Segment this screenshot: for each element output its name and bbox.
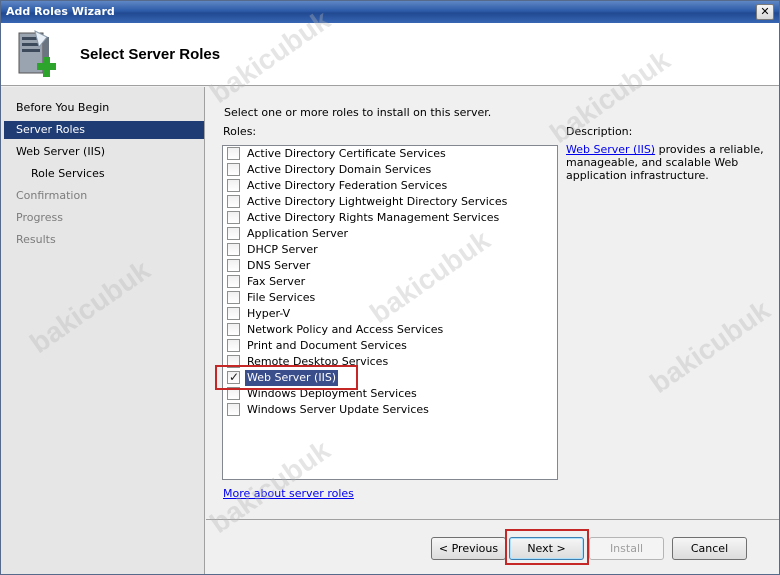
- wizard-steps-sidebar: Before You Begin Server Roles Web Server…: [1, 87, 205, 574]
- role-label: Fax Server: [247, 275, 306, 288]
- role-label: File Services: [247, 291, 316, 304]
- roles-list[interactable]: Active Directory Certificate Services Ac…: [222, 145, 558, 480]
- role-label: Active Directory Lightweight Directory S…: [247, 195, 508, 208]
- main-content: Select one or more roles to install on t…: [206, 87, 779, 574]
- description-text: Web Server (IIS) provides a reliable, ma…: [566, 143, 771, 182]
- sidebar-item-before-you-begin[interactable]: Before You Begin: [4, 99, 204, 117]
- next-highlight-box: [505, 529, 589, 565]
- page-title: Select Server Roles: [80, 46, 221, 63]
- sidebar-item-server-roles[interactable]: Server Roles: [4, 121, 204, 139]
- close-icon[interactable]: ✕: [756, 4, 774, 20]
- checkbox[interactable]: [227, 275, 240, 288]
- checkbox[interactable]: [227, 339, 240, 352]
- role-label: Active Directory Domain Services: [247, 163, 432, 176]
- sidebar-item-web-server-iis[interactable]: Web Server (IIS): [4, 143, 204, 161]
- cancel-button[interactable]: Cancel: [672, 537, 747, 560]
- checkbox[interactable]: [227, 211, 240, 224]
- role-label: Print and Document Services: [247, 339, 407, 352]
- sidebar-item-results: Results: [16, 233, 56, 246]
- role-label: Active Directory Federation Services: [247, 179, 448, 192]
- checkbox[interactable]: [227, 259, 240, 272]
- more-about-roles-link[interactable]: More about server roles: [223, 487, 354, 500]
- sidebar-item-role-services[interactable]: Role Services: [4, 165, 204, 183]
- role-label: DHCP Server: [247, 243, 318, 256]
- server-add-icon: [18, 30, 56, 77]
- install-button: Install: [589, 537, 664, 560]
- checkbox[interactable]: [227, 243, 240, 256]
- checkbox[interactable]: [227, 163, 240, 176]
- role-label: Active Directory Rights Management Servi…: [247, 211, 500, 224]
- instruction-text: Select one or more roles to install on t…: [224, 106, 492, 119]
- wizard-header: Select Server Roles: [1, 23, 779, 86]
- previous-button[interactable]: < Previous: [431, 537, 506, 560]
- checkbox[interactable]: [227, 179, 240, 192]
- role-label: Hyper-V: [247, 307, 291, 320]
- web-server-highlight-box: [215, 365, 358, 390]
- role-label: DNS Server: [247, 259, 311, 272]
- sidebar-item-progress: Progress: [16, 211, 63, 224]
- checkbox[interactable]: [227, 291, 240, 304]
- checkbox[interactable]: [227, 403, 240, 416]
- add-roles-wizard-window: Add Roles Wizard ✕ Select Server Roles B…: [0, 0, 780, 575]
- checkbox[interactable]: [227, 195, 240, 208]
- role-label: Active Directory Certificate Services: [247, 147, 446, 160]
- sidebar-item-confirmation: Confirmation: [16, 189, 88, 202]
- button-bar: < Previous Next > Install Cancel: [206, 519, 779, 574]
- role-label: Network Policy and Access Services: [247, 323, 444, 336]
- window-title: Add Roles Wizard: [6, 5, 115, 18]
- checkbox[interactable]: [227, 307, 240, 320]
- checkbox[interactable]: [227, 147, 240, 160]
- title-bar[interactable]: Add Roles Wizard ✕: [1, 1, 779, 23]
- description-link[interactable]: Web Server (IIS): [566, 143, 655, 156]
- checkbox[interactable]: [227, 323, 240, 336]
- roles-label: Roles:: [223, 125, 257, 138]
- role-label: Windows Server Update Services: [247, 403, 429, 416]
- role-label: Application Server: [247, 227, 349, 240]
- checkbox[interactable]: [227, 227, 240, 240]
- description-label: Description:: [566, 125, 633, 138]
